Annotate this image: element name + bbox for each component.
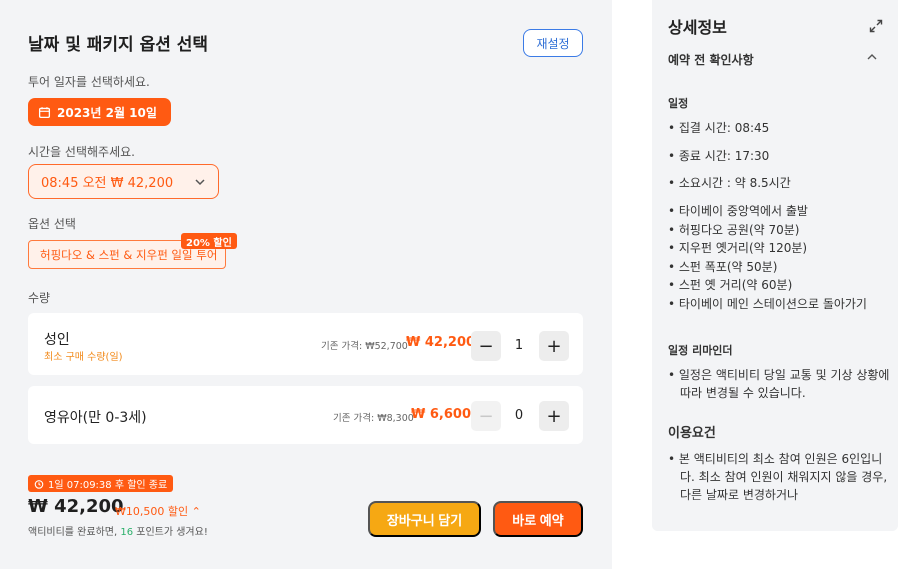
timer-text: 1일 07:09:38 후 할인 종료 <box>48 480 168 491</box>
reset-button[interactable]: 재설정 <box>523 29 583 57</box>
schedule-item: • 타이베이 메인 스테이션으로 돌아가기 <box>668 297 867 311</box>
decrease-button[interactable]: − <box>471 331 501 361</box>
ticket-name: 성인 <box>44 332 70 348</box>
page-title: 날짜 및 패키지 옵션 선택 <box>28 35 209 55</box>
date-prompt: 투어 일자를 선택하세요. <box>28 75 150 89</box>
schedule-heading: 일정 <box>668 97 689 110</box>
total-price: ₩ 42,200 <box>28 496 124 517</box>
increase-button[interactable]: + <box>539 401 569 431</box>
expand-icon[interactable] <box>869 19 883 33</box>
decrease-button[interactable]: − <box>471 401 501 431</box>
section-toggle[interactable]: 예약 전 확인사항 <box>668 51 754 68</box>
date-picker-button[interactable]: 2023년 2월 10일 <box>28 98 171 126</box>
calendar-icon <box>38 106 51 118</box>
ticket-price: ₩ 6,600 <box>411 407 471 422</box>
original-price: 기존 가격: ₩8,300 <box>333 413 414 424</box>
schedule-item: • 타이베이 중앙역에서 출발 <box>668 204 808 218</box>
schedule-item: • 집결 시간: 08:45 <box>668 121 770 135</box>
reminder-heading: 일정 리마인더 <box>668 344 733 357</box>
discount-badge: 20% 할인 <box>181 233 237 249</box>
points-value: 16 <box>120 527 134 538</box>
time-value: 08:45 오전 ₩ 42,200 <box>41 176 174 191</box>
points-notice: 액티비티를 완료하면, 16 포인트가 생겨요! <box>28 527 208 538</box>
quantity-row-infant: 영유아(만 0-3세) 기존 가격: ₩8,300 ₩ 6,600 − 0 + <box>28 386 583 444</box>
total-discount-toggle[interactable]: ₩10,500 할인 ⌃ <box>115 503 201 519</box>
original-price: 기존 가격: ₩52,700 <box>321 341 408 352</box>
time-select[interactable]: 08:45 오전 ₩ 42,200 <box>28 164 219 199</box>
option-prompt: 옵션 선택 <box>28 217 76 231</box>
date-value: 2023년 2월 10일 <box>57 105 157 120</box>
book-now-button[interactable]: 바로 예약 <box>493 501 583 537</box>
schedule-item: • 스펀 폭포(약 50분) <box>668 260 778 274</box>
quantity-value: 1 <box>514 338 524 353</box>
chevron-up-icon[interactable] <box>866 51 878 63</box>
schedule-item: • 지우펀 옛거리(약 120분) <box>668 241 808 255</box>
quantity-row-adult: 성인 최소 구매 수량(일) 기존 가격: ₩52,700 ₩ 42,200 −… <box>28 313 583 375</box>
ticket-price: ₩ 42,200 <box>406 335 476 350</box>
reminder-item: • 일정은 액티비티 당일 교통 및 기상 상황에 따라 변경될 수 있습니다. <box>668 368 890 400</box>
details-title: 상세정보 <box>668 18 727 37</box>
clock-icon <box>34 479 44 489</box>
quantity-value: 0 <box>514 408 524 423</box>
time-prompt: 시간을 선택해주세요. <box>28 145 135 159</box>
discount-timer: 1일 07:09:38 후 할인 종료 <box>28 475 174 492</box>
schedule-item: • 허핑다오 공원(약 70분) <box>668 223 800 237</box>
increase-button[interactable]: + <box>539 331 569 361</box>
terms-heading: 이용요건 <box>668 426 716 441</box>
ticket-name: 영유아(만 0-3세) <box>44 410 147 426</box>
schedule-item: • 종료 시간: 17:30 <box>668 149 770 163</box>
schedule-item: • 스펀 옛 거리(약 60분) <box>668 278 793 292</box>
schedule-item: • 소요시간 : 약 8.5시간 <box>668 176 791 190</box>
scroll-fade <box>652 494 898 531</box>
chevron-down-icon <box>195 178 205 185</box>
add-to-cart-button[interactable]: 장바구니 담기 <box>368 501 481 537</box>
booking-panel: 날짜 및 패키지 옵션 선택 재설정 투어 일자를 선택하세요. 2023년 2… <box>0 0 612 569</box>
ticket-sub: 최소 구매 수량(일) <box>44 352 123 363</box>
details-panel: 상세정보 예약 전 확인사항 일정 • 집결 시간: 08:45 • 종료 시간… <box>652 0 898 531</box>
quantity-label: 수량 <box>28 291 51 305</box>
